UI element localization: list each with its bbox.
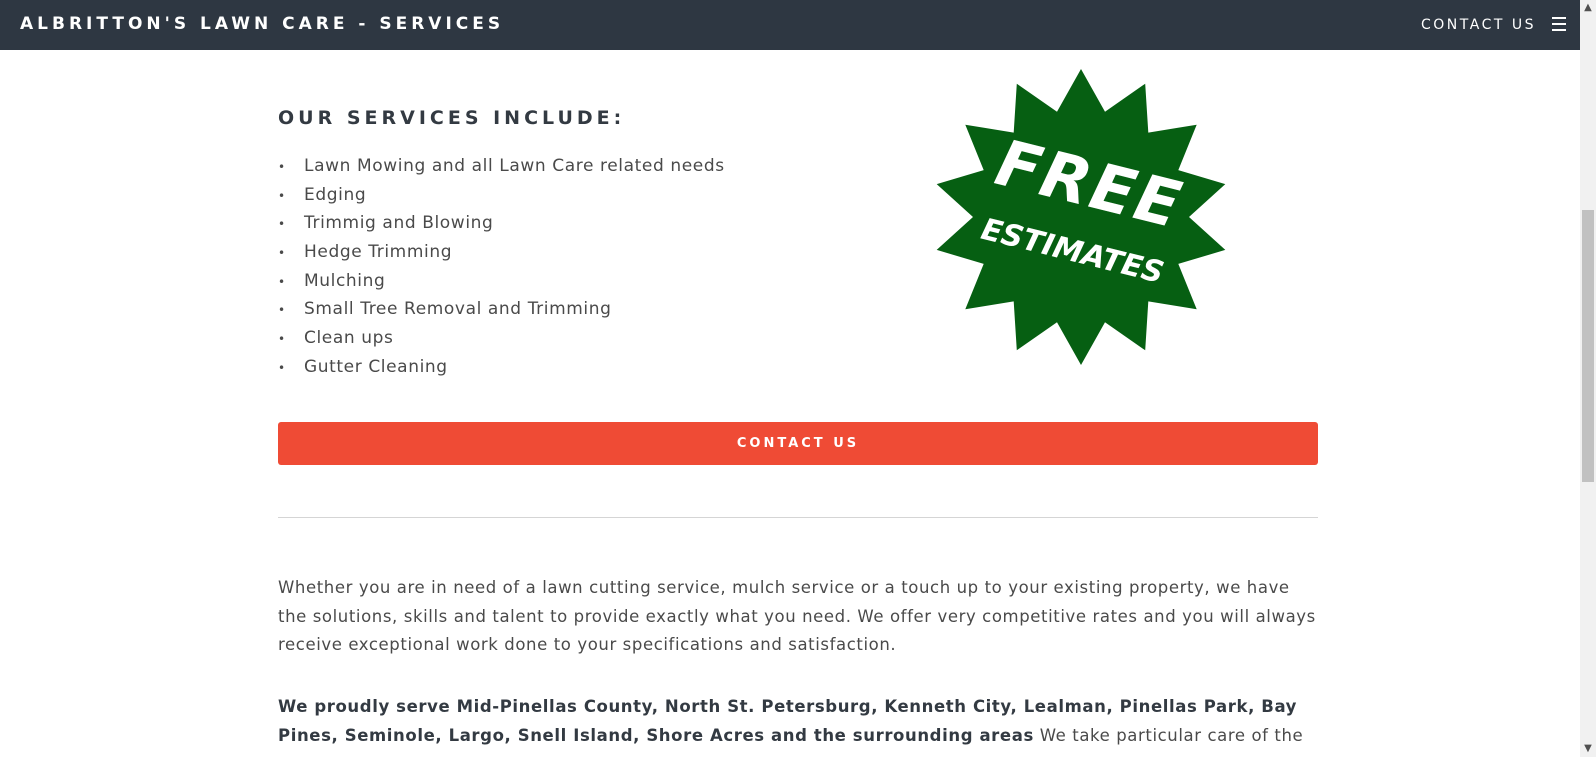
bullet-icon: •: [278, 188, 286, 203]
service-item-label: Trimmig and Blowing: [304, 213, 494, 234]
bullet-icon: •: [278, 160, 286, 174]
service-item-label: Hedge Trimming: [304, 242, 453, 263]
list-item: • Clean ups: [278, 328, 725, 357]
bullet-icon: •: [278, 332, 286, 347]
services-heading: OUR SERVICES INCLUDE:: [278, 107, 626, 129]
list-item: • Hedge Trimming: [278, 242, 725, 271]
bullet-icon: •: [278, 274, 286, 289]
list-item: • Trimmig and Blowing: [278, 213, 725, 242]
bullet-icon: •: [278, 217, 286, 232]
service-item-label: Clean ups: [304, 328, 394, 349]
service-item-label: Mulching: [304, 270, 386, 291]
page: ALBRITTON'S LAWN CARE - SERVICES CONTACT…: [0, 0, 1596, 757]
bullet-icon: •: [278, 303, 286, 318]
hamburger-menu-icon[interactable]: [1552, 17, 1566, 31]
scroll-down-arrow-icon[interactable]: ▼: [1580, 741, 1596, 757]
service-area-continuation: We take particular care of the: [1033, 725, 1304, 745]
free-estimates-badge: FREE ESTIMATES: [936, 69, 1226, 365]
list-item: • Edging: [278, 185, 725, 214]
list-item: • Lawn Mowing and all Lawn Care related n…: [278, 156, 725, 185]
list-item: • Small Tree Removal and Trimming: [278, 299, 725, 328]
site-brand-title[interactable]: ALBRITTON'S LAWN CARE - SERVICES: [20, 14, 504, 34]
service-item-label: Edging: [304, 184, 367, 205]
scrollbar-thumb[interactable]: [1582, 210, 1594, 482]
top-nav-bar: ALBRITTON'S LAWN CARE - SERVICES CONTACT…: [0, 0, 1580, 50]
vertical-scrollbar[interactable]: ▲ ▼: [1580, 0, 1596, 757]
nav-contact-link[interactable]: CONTACT US: [1421, 17, 1536, 33]
list-item: • Mulching: [278, 271, 725, 300]
section-divider: [278, 517, 1318, 518]
scroll-up-arrow-icon[interactable]: ▲: [1580, 0, 1596, 16]
intro-paragraph: Whether you are in need of a lawn cuttin…: [278, 578, 1316, 654]
service-area-paragraph: We proudly serve Mid-Pinellas County, No…: [278, 693, 1318, 750]
bullet-icon: •: [278, 246, 286, 261]
bullet-icon: •: [278, 360, 286, 375]
service-item-label: Small Tree Removal and Trimming: [304, 299, 612, 320]
contact-us-button[interactable]: CONTACT US: [278, 422, 1318, 465]
list-item: • Gutter Cleaning: [278, 357, 725, 386]
services-list: • Lawn Mowing and all Lawn Care related n…: [278, 156, 725, 386]
service-item-label: Gutter Cleaning: [304, 356, 448, 377]
service-item-label: Lawn Mowing and all Lawn Care related ne…: [304, 156, 725, 176]
